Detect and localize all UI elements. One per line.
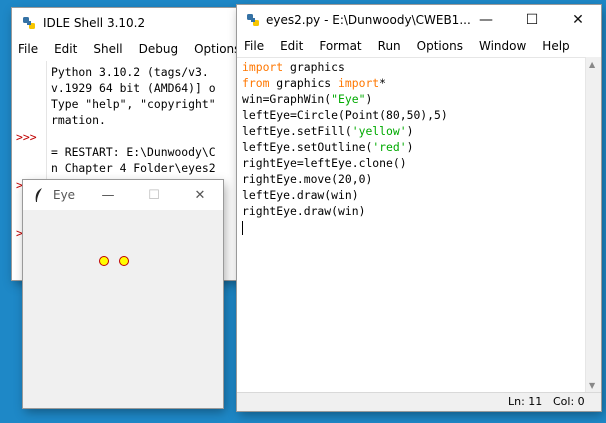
code-line: leftEye.setFill('yellow'): [242, 123, 586, 139]
code-token: leftEye=Circle(Point(80,50),5): [242, 108, 448, 122]
code-token: leftEye.setOutline(: [242, 140, 373, 154]
eye-graphics-window[interactable]: Eye — ☐ ✕: [23, 180, 223, 408]
code-token: ): [365, 92, 373, 106]
scroll-up-icon[interactable]: ▲: [589, 60, 595, 69]
code-token: win=GraphWin(: [242, 92, 332, 106]
shell-menu-shell[interactable]: Shell: [85, 42, 130, 56]
code-string: 'yellow': [351, 124, 407, 138]
code-token: *: [379, 76, 387, 90]
editor-minimize-button[interactable]: —: [463, 5, 509, 35]
eye-minimize-button[interactable]: —: [85, 180, 131, 210]
shell-output-line: = RESTART: E:\Dunwoody\C: [51, 145, 216, 159]
shell-prompt: >: [16, 226, 23, 240]
editor-menubar: File Edit Format Run Options Window Help: [237, 35, 601, 57]
code-line: win=GraphWin("Eye"): [242, 91, 586, 107]
eye-maximize-button[interactable]: ☐: [131, 180, 177, 210]
code-line: from graphics import*: [242, 75, 586, 91]
editor-menu-file[interactable]: File: [237, 39, 272, 53]
code-line: leftEye=Circle(Point(80,50),5): [242, 107, 586, 123]
status-line: Ln: 11: [508, 395, 543, 408]
editor-vertical-scrollbar[interactable]: ▲ ▼: [585, 57, 601, 393]
editor-menu-help[interactable]: Help: [534, 39, 577, 53]
scroll-down-icon[interactable]: ▼: [589, 381, 595, 390]
shell-menu-debug[interactable]: Debug: [131, 42, 186, 56]
code-line-empty: [242, 219, 586, 235]
code-token: leftEye.draw(win): [242, 188, 359, 202]
graphwin-canvas: [23, 210, 223, 408]
code-editor[interactable]: import graphics from graphics import* win=…: [237, 57, 586, 394]
editor-titlebar[interactable]: eyes2.py - E:\Dunwoody\CWEB1... — ☐ ✕: [237, 5, 601, 35]
code-token: leftEye.setFill(: [242, 124, 352, 138]
left-eye-circle: [99, 256, 109, 266]
code-string: 'red': [372, 140, 407, 154]
feather-icon: [34, 187, 44, 206]
code-token: rightEye.draw(win): [242, 204, 366, 218]
code-string: "Eye": [331, 92, 366, 106]
shell-output-line: n Chapter 4 Folder\eyes2: [51, 161, 216, 175]
shell-titlebar[interactable]: IDLE Shell 3.10.2: [12, 8, 250, 38]
right-eye-circle: [119, 256, 129, 266]
editor-menu-edit[interactable]: Edit: [272, 39, 311, 53]
eye-titlebar[interactable]: Eye — ☐ ✕: [23, 180, 223, 210]
code-line: rightEye=leftEye.clone(): [242, 155, 586, 171]
code-line: rightEye.move(20,0): [242, 171, 586, 187]
text-cursor: [242, 220, 243, 235]
shell-output-text: Python 3.10.2 (tags/v3. v.1929 64 bit (AM…: [47, 61, 250, 176]
editor-statusbar: Ln: 11 Col: 0: [237, 392, 601, 411]
editor-menu-window[interactable]: Window: [471, 39, 534, 53]
editor-maximize-button[interactable]: ☐: [509, 5, 555, 35]
code-line: rightEye.draw(win): [242, 203, 586, 219]
shell-output-line: rmation.: [51, 113, 106, 127]
editor-title: eyes2.py - E:\Dunwoody\CWEB1...: [266, 13, 471, 27]
shell-menu-edit[interactable]: Edit: [46, 42, 85, 56]
editor-window[interactable]: eyes2.py - E:\Dunwoody\CWEB1... — ☐ ✕ Fi…: [237, 5, 601, 411]
shell-output-line: [51, 128, 250, 144]
editor-menu-options[interactable]: Options: [409, 39, 471, 53]
code-line: leftEye.draw(win): [242, 187, 586, 203]
editor-menu-run[interactable]: Run: [370, 39, 409, 53]
shell-output-line: Type "help", "copyright": [51, 97, 216, 111]
code-token: rightEye=leftEye.clone(): [242, 156, 407, 170]
editor-close-button[interactable]: ✕: [555, 5, 601, 35]
shell-output-line: Python 3.10.2 (tags/v3.: [51, 65, 209, 79]
eye-close-button[interactable]: ✕: [177, 180, 223, 210]
eye-title: Eye: [53, 188, 76, 202]
code-token: rightEye.move(20,0): [242, 172, 373, 186]
editor-menu-format[interactable]: Format: [311, 39, 369, 53]
shell-prompt: >>>: [16, 130, 37, 144]
shell-menubar: FileEditShellDebugOptionsW: [12, 38, 250, 60]
code-line: leftEye.setOutline('red'): [242, 139, 586, 155]
shell-output-line: v.1929 64 bit (AMD64)] o: [51, 81, 216, 95]
code-token: ): [406, 124, 414, 138]
code-token: graphics: [269, 76, 339, 90]
code-keyword: from: [242, 76, 270, 90]
shell-title: IDLE Shell 3.10.2: [43, 16, 146, 30]
code-token: graphics: [283, 60, 345, 74]
code-line: import graphics: [242, 59, 586, 75]
code-keyword: import: [242, 60, 284, 74]
status-col: Col: 0: [553, 395, 585, 408]
code-keyword: import: [338, 76, 380, 90]
code-text: import graphics from graphics import* win=…: [237, 58, 586, 235]
code-token: ): [406, 140, 414, 154]
python-file-icon: [246, 13, 260, 27]
shell-menu-file[interactable]: File: [12, 42, 46, 56]
python-feather-icon: [22, 16, 36, 30]
